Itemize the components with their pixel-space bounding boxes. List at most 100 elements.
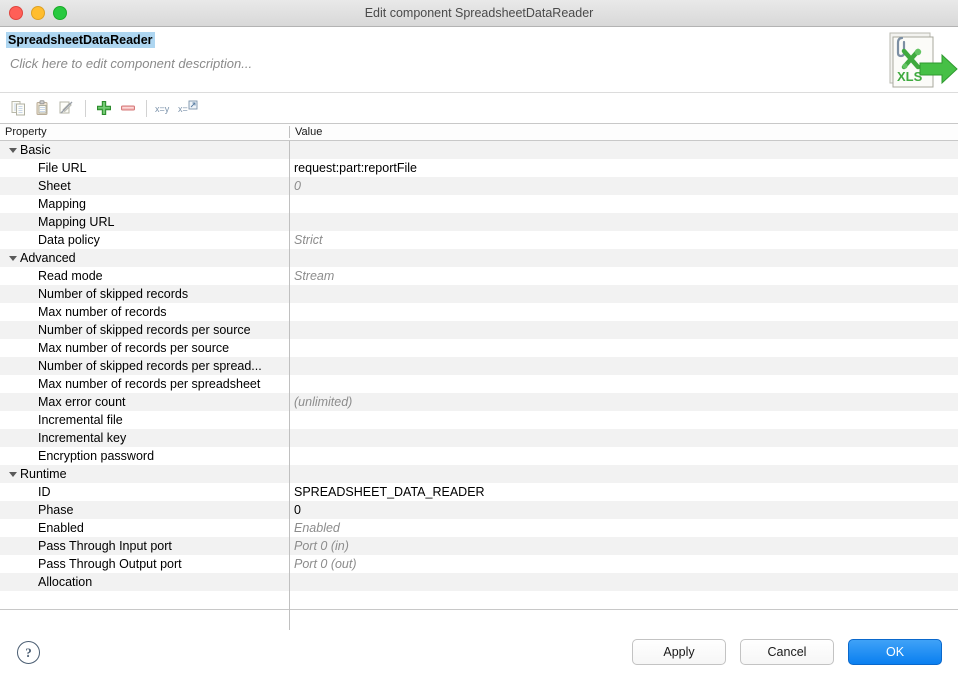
close-button[interactable] [9,6,23,20]
table-row[interactable]: Max number of records [0,303,958,321]
svg-text:x=: x= [178,104,188,114]
property-label: Mapping URL [38,215,114,229]
table-row[interactable]: Allocation [0,573,958,591]
ok-button[interactable]: OK [848,639,942,665]
table-row[interactable]: ID SPREADSHEET_DATA_READER [0,483,958,501]
property-label: Number of skipped records [38,287,188,301]
column-divider[interactable] [289,141,290,635]
table-row[interactable]: Sheet0 [0,177,958,195]
dialog-buttons: Apply Cancel OK [632,639,942,665]
table-row[interactable]: Mapping URL [0,213,958,231]
property-cell: File URL [0,161,289,175]
table-row[interactable]: Pass Through Output port Port 0 (out) [0,555,958,573]
property-cell: Data policy [0,233,289,247]
paste-icon[interactable] [32,97,54,119]
property-cell: Max number of records [0,305,289,319]
component-name-field[interactable]: SpreadsheetDataReader [6,32,155,48]
cancel-button[interactable]: Cancel [740,639,834,665]
value-cell[interactable]: 0 [289,179,958,193]
property-cell: Mapping [0,197,289,211]
table-group-row[interactable]: Runtime [0,465,958,483]
chevron-down-icon[interactable] [9,256,17,261]
copy-icon[interactable] [8,97,30,119]
table-group-row[interactable]: Basic [0,141,958,159]
add-icon[interactable] [93,97,115,119]
value-cell[interactable]: Enabled [289,521,958,535]
property-label: Phase [38,503,73,517]
column-header-value[interactable]: Value [289,126,958,138]
window-titlebar: Edit component SpreadsheetDataReader [0,0,958,27]
show-values-icon[interactable]: x=y [154,97,176,119]
property-label: File URL [38,161,87,175]
remove-icon[interactable] [117,97,139,119]
property-label: Number of skipped records per spread... [38,359,262,373]
value-cell[interactable]: SPREADSHEET_DATA_READER [289,485,958,499]
value-cell[interactable]: Strict [289,233,958,247]
help-icon[interactable]: ? [17,641,40,664]
table-row[interactable]: Incremental file [0,411,958,429]
dialog-footer: ? Apply Cancel OK [0,630,958,683]
table-row[interactable]: Number of skipped records [0,285,958,303]
property-cell: Max number of records per spreadsheet [0,377,289,391]
column-header-property[interactable]: Property [0,126,289,138]
property-cell: Enabled [0,521,289,535]
table-row[interactable]: Read modeStream [0,267,958,285]
toolbar-separator-2 [146,100,147,117]
property-cell: Number of skipped records per source [0,323,289,337]
property-cell: Read mode [0,269,289,283]
zoom-button[interactable] [53,6,67,20]
property-label: Max error count [38,395,126,409]
table-row[interactable]: Data policy Strict [0,231,958,249]
minimize-button[interactable] [31,6,45,20]
property-label: Runtime [20,467,67,481]
table-row[interactable]: Number of skipped records per spread... [0,357,958,375]
table-row[interactable]: Phase 0 [0,501,958,519]
value-cell[interactable]: request:part:reportFile [289,161,958,175]
property-label: Allocation [38,575,92,589]
property-label: ID [38,485,51,499]
clear-icon[interactable] [56,97,78,119]
property-cell: Mapping URL [0,215,289,229]
chevron-down-icon[interactable] [9,148,17,153]
property-cell: Incremental key [0,431,289,445]
table-row[interactable]: Enabled Enabled [0,519,958,537]
property-label: Basic [20,143,51,157]
apply-button[interactable]: Apply [632,639,726,665]
show-expressions-icon[interactable]: x= [178,97,200,119]
property-label: Advanced [20,251,76,265]
table-row[interactable]: Mapping [0,195,958,213]
property-label: Number of skipped records per source [38,323,251,337]
property-label: Encryption password [38,449,154,463]
value-cell[interactable]: Stream [289,269,958,283]
property-cell: Phase [0,503,289,517]
table-row[interactable]: Max number of records per source [0,339,958,357]
traffic-lights [0,6,67,20]
xls-file-arrow-icon: XLS [880,29,958,91]
table-group-row[interactable]: Advanced [0,249,958,267]
table-row[interactable]: Incremental key [0,429,958,447]
table-row[interactable]: Max error count (unlimited) [0,393,958,411]
property-label: Incremental file [38,413,123,427]
property-cell: Encryption password [0,449,289,463]
table-row[interactable] [0,591,958,609]
property-cell: Max error count [0,395,289,409]
property-label: Data policy [38,233,100,247]
property-label: Pass Through Output port [38,557,182,571]
table-row[interactable]: Pass Through Input portPort 0 (in) [0,537,958,555]
svg-text:x=y: x=y [155,104,170,114]
table-row[interactable]: File URL request:part:reportFile [0,159,958,177]
property-label: Enabled [38,521,84,535]
value-cell[interactable]: 0 [289,503,958,517]
component-header: SpreadsheetDataReader Click here to edit… [0,27,958,93]
value-cell[interactable]: Port 0 (out) [289,557,958,571]
table-header-row: Property Value [0,124,958,141]
table-row[interactable]: Max number of records per spreadsheet [0,375,958,393]
chevron-down-icon[interactable] [9,472,17,477]
value-cell[interactable]: Port 0 (in) [289,539,958,553]
property-cell: Pass Through Output port [0,557,289,571]
component-description-field[interactable]: Click here to edit component description… [10,56,252,71]
property-label: Incremental key [38,431,126,445]
table-row[interactable]: Encryption password [0,447,958,465]
table-row[interactable]: Number of skipped records per source [0,321,958,339]
value-cell[interactable]: (unlimited) [289,395,958,409]
